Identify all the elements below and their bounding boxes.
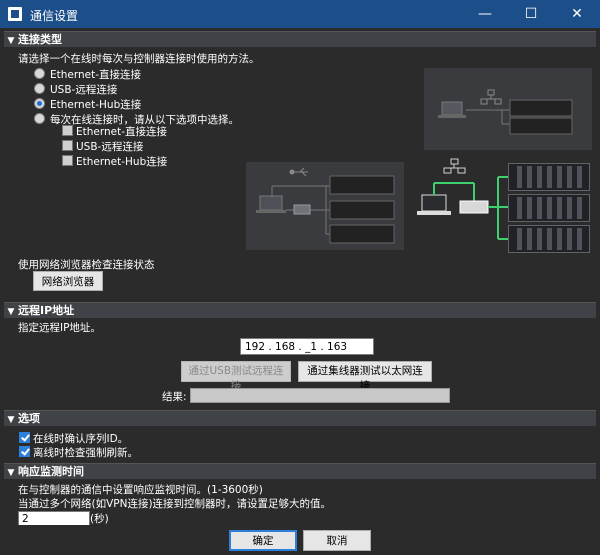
radio-choose-each-time[interactable] [34, 113, 45, 124]
collapse-triangle-icon: ▼ [7, 307, 15, 317]
dialog-footer [0, 525, 600, 555]
diagram-ethernet-hub [412, 155, 596, 255]
test-usb-connection-button[interactable]: 通过USB测试远程连接 [181, 361, 291, 392]
checkbox-sub-ethernet-direct[interactable] [62, 125, 73, 136]
radio-label: Ethernet-Hub连接 [50, 99, 142, 111]
app-icon [8, 7, 22, 21]
collapse-triangle-icon: ▼ [7, 36, 15, 46]
network-hub-icon [443, 158, 466, 174]
hub-device-icon [459, 200, 489, 214]
checkbox-label: 离线时检查强制刷新。 [33, 447, 138, 459]
section-title: 连接类型 [18, 33, 62, 46]
checkbox-confirm-serial-id[interactable] [19, 432, 30, 443]
section-remote-ip[interactable]: ▼ 远程IP地址 [4, 302, 596, 318]
connection-instruction: 请选择一个在线时每次与控制器连接时使用的方法。 [18, 53, 260, 65]
controller-rack [508, 163, 590, 191]
ip-address-input[interactable] [240, 338, 374, 355]
controller-rack [508, 225, 590, 253]
laptop-icon [256, 195, 286, 213]
minimize-button[interactable]: — [462, 0, 508, 28]
section-title: 选项 [18, 412, 40, 425]
section-connection-type[interactable]: ▼ 连接类型 [4, 31, 596, 47]
browser-hint: 使用网络浏览器检查连接状态 [18, 259, 155, 271]
ok-button[interactable]: 确定 [229, 530, 297, 551]
checkbox-sub-usb-remote[interactable] [62, 140, 73, 151]
result-field [190, 388, 450, 403]
cancel-button[interactable]: 取消 [303, 530, 371, 551]
laptop-icon [438, 101, 466, 118]
network-browser-button[interactable]: 网络浏览器 [33, 271, 103, 291]
response-time-input[interactable] [18, 511, 90, 526]
checkbox-label: 在线时确认序列ID。 [33, 433, 129, 445]
checkbox-sub-ethernet-hub[interactable] [62, 155, 73, 166]
collapse-triangle-icon: ▼ [7, 415, 15, 425]
section-response-time[interactable]: ▼ 响应监测时间 [4, 463, 596, 479]
result-label: 结果: [162, 391, 187, 403]
section-options[interactable]: ▼ 选项 [4, 410, 596, 426]
radio-label: Ethernet-直接连接 [50, 69, 142, 81]
radio-usb-remote[interactable] [34, 83, 45, 94]
section-title: 远程IP地址 [18, 304, 75, 317]
hub-device-icon [293, 204, 311, 215]
window-title: 通信设置 [30, 9, 79, 23]
checkbox-label: USB-远程连接 [76, 141, 144, 153]
response-description: 在与控制器的通信中设置响应监视时间。(1-3600秒) [18, 484, 263, 496]
checkbox-label: Ethernet-直接连接 [76, 126, 168, 138]
network-diagram-small [438, 89, 573, 135]
checkbox-label: Ethernet-Hub连接 [76, 156, 168, 168]
radio-ethernet-hub[interactable] [34, 98, 45, 109]
section-title: 响应监测时间 [18, 465, 84, 478]
usb-icon [289, 167, 308, 177]
response-hint: 当通过多个网络(如VPN连接)连接到控制器时，请设置足够大的值。 [18, 498, 332, 510]
network-hub-icon [480, 89, 502, 105]
seconds-unit-label: (秒) [90, 513, 109, 525]
diagram-usb-remote [246, 162, 404, 250]
close-button[interactable]: ✕ [554, 0, 600, 28]
remote-ip-instruction: 指定远程IP地址。 [18, 322, 101, 334]
radio-label: USB-远程连接 [50, 84, 118, 96]
laptop-icon [417, 194, 451, 215]
maximize-button[interactable]: ☐ [508, 0, 554, 28]
radio-ethernet-direct[interactable] [34, 68, 45, 79]
diagram-direct-connection [424, 68, 592, 150]
controller-rack [508, 194, 590, 222]
network-diagram-usb [256, 167, 395, 244]
checkbox-check-forced-refresh[interactable] [19, 446, 30, 457]
test-hub-connection-button[interactable]: 通过集线器测试以太网连接 [298, 361, 432, 392]
title-bar: 通信设置 — ☐ ✕ [0, 0, 600, 28]
collapse-triangle-icon: ▼ [7, 468, 15, 478]
